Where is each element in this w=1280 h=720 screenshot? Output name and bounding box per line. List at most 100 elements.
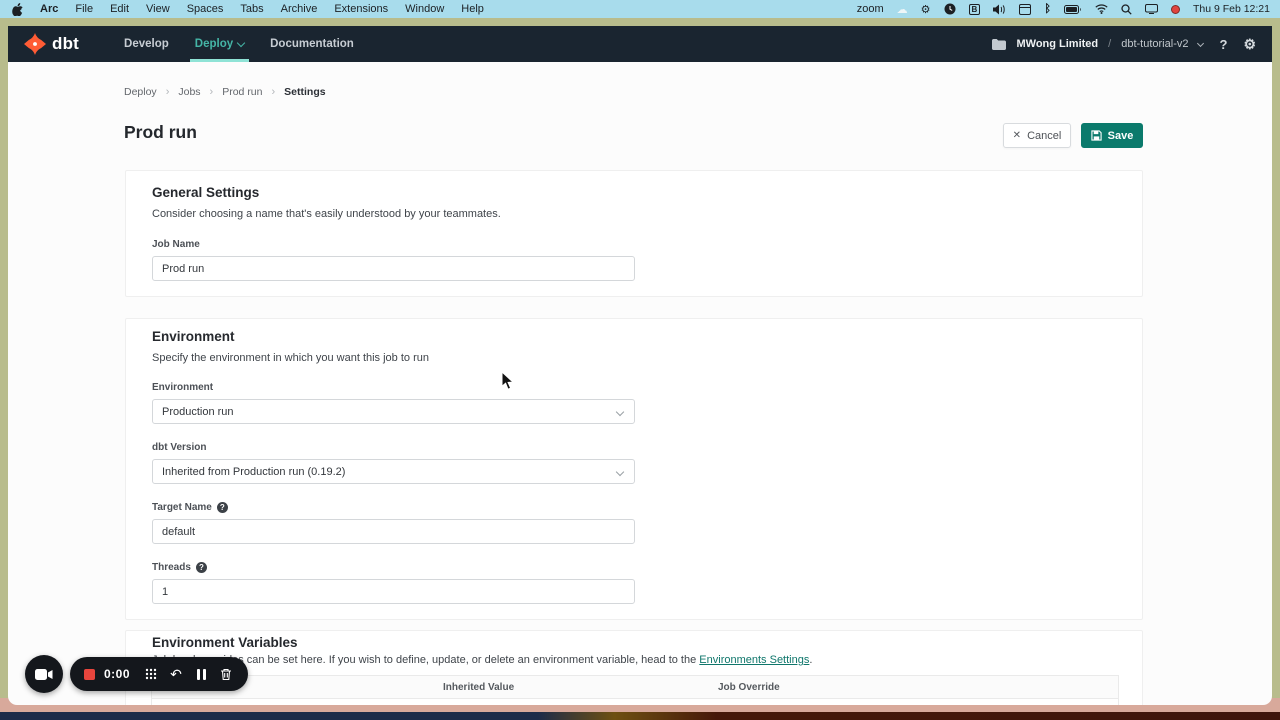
help-button[interactable]: ?	[1219, 37, 1227, 52]
pause-recording-icon[interactable]	[193, 666, 209, 682]
menu-file[interactable]: File	[75, 3, 93, 15]
dbt-version-select-value: Inherited from Production run (0.19.2)	[162, 466, 345, 478]
zoom-menu-item[interactable]: zoom	[857, 3, 884, 15]
dbt-app-header: dbt Develop Deploy Documentation MWong L	[8, 26, 1272, 62]
breadcrumb-jobs[interactable]: Jobs	[178, 86, 200, 98]
restart-recording-icon[interactable]: ↶	[168, 666, 184, 682]
chevron-down-icon[interactable]	[1197, 39, 1204, 46]
bluetooth-icon[interactable]: ᛒ	[1044, 2, 1051, 16]
target-name-label: Target Name ?	[152, 502, 228, 513]
recording-toolbar: 0:00 ↶	[70, 657, 248, 691]
battery-icon[interactable]	[1064, 2, 1082, 16]
search-icon[interactable]	[1121, 2, 1132, 16]
save-button-label: Save	[1108, 130, 1134, 142]
general-settings-description: Consider choosing a name that's easily u…	[152, 208, 501, 220]
environments-settings-link[interactable]: Environments Settings	[699, 654, 809, 666]
threads-label: Threads ?	[152, 562, 207, 573]
environment-description: Specify the environment in which you wan…	[152, 352, 429, 364]
display-icon[interactable]	[1145, 2, 1158, 16]
table-header-row: Inherited Value Job Override	[152, 676, 1118, 699]
menu-tabs[interactable]: Tabs	[240, 3, 263, 15]
apple-menu-icon[interactable]	[12, 2, 23, 16]
nav-documentation[interactable]: Documentation	[257, 26, 367, 62]
breadcrumb: Deploy › Jobs › Prod run › Settings	[124, 86, 326, 98]
dbt-logo[interactable]: dbt	[8, 26, 79, 62]
nav-deploy-label: Deploy	[195, 38, 233, 50]
gear-status-icon[interactable]: ⚙	[921, 2, 931, 16]
macos-menubar: Arc File Edit View Spaces Tabs Archive E…	[0, 0, 1280, 18]
recording-indicator-icon[interactable]	[1171, 5, 1180, 14]
delete-recording-icon[interactable]	[218, 666, 234, 682]
title-actions: ✕ Cancel Save	[1003, 123, 1143, 148]
menubar-clock[interactable]: Thu 9 Feb 12:21	[1193, 3, 1270, 15]
general-settings-heading: General Settings	[152, 185, 259, 200]
menubar-app-name[interactable]: Arc	[40, 3, 58, 15]
drag-handle-icon[interactable]	[143, 666, 159, 682]
volume-icon[interactable]	[993, 2, 1006, 16]
menubar-status-area: zoom ☁ ⚙ B ᛒ	[857, 2, 1280, 16]
breadcrumb-separator: ›	[166, 86, 170, 98]
nav-documentation-label: Documentation	[270, 38, 354, 50]
nav-deploy[interactable]: Deploy	[182, 26, 257, 62]
general-settings-card: General Settings Consider choosing a nam…	[125, 170, 1143, 297]
desktop: Arc File Edit View Spaces Tabs Archive E…	[0, 0, 1280, 720]
table-row	[152, 699, 1118, 705]
help-tooltip-icon[interactable]: ?	[196, 562, 207, 573]
breadcrumb-separator: ›	[210, 86, 214, 98]
dbt-logo-icon	[24, 33, 46, 55]
account-separator: /	[1108, 38, 1111, 50]
target-name-label-text: Target Name	[152, 502, 212, 513]
environment-variables-heading: Environment Variables	[152, 635, 298, 650]
menu-help[interactable]: Help	[461, 3, 484, 15]
environment-heading: Environment	[152, 329, 235, 344]
job-name-input[interactable]	[152, 256, 635, 281]
wallpaper-dock-strip	[0, 712, 1280, 720]
chevron-down-icon	[237, 38, 245, 46]
breadcrumb-settings: Settings	[284, 86, 325, 98]
breadcrumb-prod-run[interactable]: Prod run	[222, 86, 262, 98]
save-button[interactable]: Save	[1081, 123, 1143, 148]
menubar-left: Arc File Edit View Spaces Tabs Archive E…	[0, 2, 484, 16]
project-name[interactable]: dbt-tutorial-v2	[1121, 38, 1188, 50]
browser-window: dbt Develop Deploy Documentation MWong L	[8, 26, 1272, 705]
close-icon: ✕	[1013, 130, 1021, 141]
column-job-override: Job Override	[718, 682, 780, 693]
environment-select[interactable]: Production run	[152, 399, 635, 424]
video-camera-icon	[35, 668, 53, 681]
chevron-down-icon	[616, 408, 624, 416]
menu-archive[interactable]: Archive	[281, 3, 318, 15]
menu-window[interactable]: Window	[405, 3, 444, 15]
nav-develop[interactable]: Develop	[111, 26, 182, 62]
breadcrumb-separator: ›	[272, 86, 276, 98]
job-name-label: Job Name	[152, 239, 200, 250]
calendar-icon[interactable]	[1019, 2, 1031, 16]
target-name-input[interactable]	[152, 519, 635, 544]
page-title: Prod run	[124, 122, 197, 143]
account-name[interactable]: MWong Limited	[1016, 38, 1098, 50]
menu-spaces[interactable]: Spaces	[187, 3, 224, 15]
menu-extensions[interactable]: Extensions	[334, 3, 388, 15]
cancel-button[interactable]: ✕ Cancel	[1003, 123, 1071, 148]
dbt-version-label: dbt Version	[152, 442, 206, 453]
menu-edit[interactable]: Edit	[110, 3, 129, 15]
environment-variables-description: Job level overrides can be set here. If …	[152, 654, 812, 666]
cloud-icon[interactable]: ☁	[897, 2, 908, 16]
threads-input[interactable]	[152, 579, 635, 604]
menu-view[interactable]: View	[146, 3, 170, 15]
main-nav: Develop Deploy Documentation	[111, 26, 367, 62]
help-tooltip-icon[interactable]: ?	[217, 502, 228, 513]
camera-toggle-button[interactable]	[25, 655, 63, 693]
environment-card: Environment Specify the environment in w…	[125, 318, 1143, 620]
clock-app-icon[interactable]	[944, 2, 956, 16]
keyboard-switcher-icon[interactable]: B	[969, 4, 981, 15]
breadcrumb-deploy[interactable]: Deploy	[124, 86, 157, 98]
settings-gear-icon[interactable]: ⚙	[1243, 36, 1256, 53]
environment-variables-card: Environment Variables Job level override…	[125, 630, 1143, 705]
column-inherited-value: Inherited Value	[443, 682, 514, 693]
wifi-icon[interactable]	[1095, 2, 1108, 16]
environment-select-label: Environment	[152, 382, 213, 393]
dbt-version-select[interactable]: Inherited from Production run (0.19.2)	[152, 459, 635, 484]
threads-label-text: Threads	[152, 562, 191, 573]
chevron-down-icon	[616, 468, 624, 476]
stop-recording-button[interactable]	[84, 669, 95, 680]
